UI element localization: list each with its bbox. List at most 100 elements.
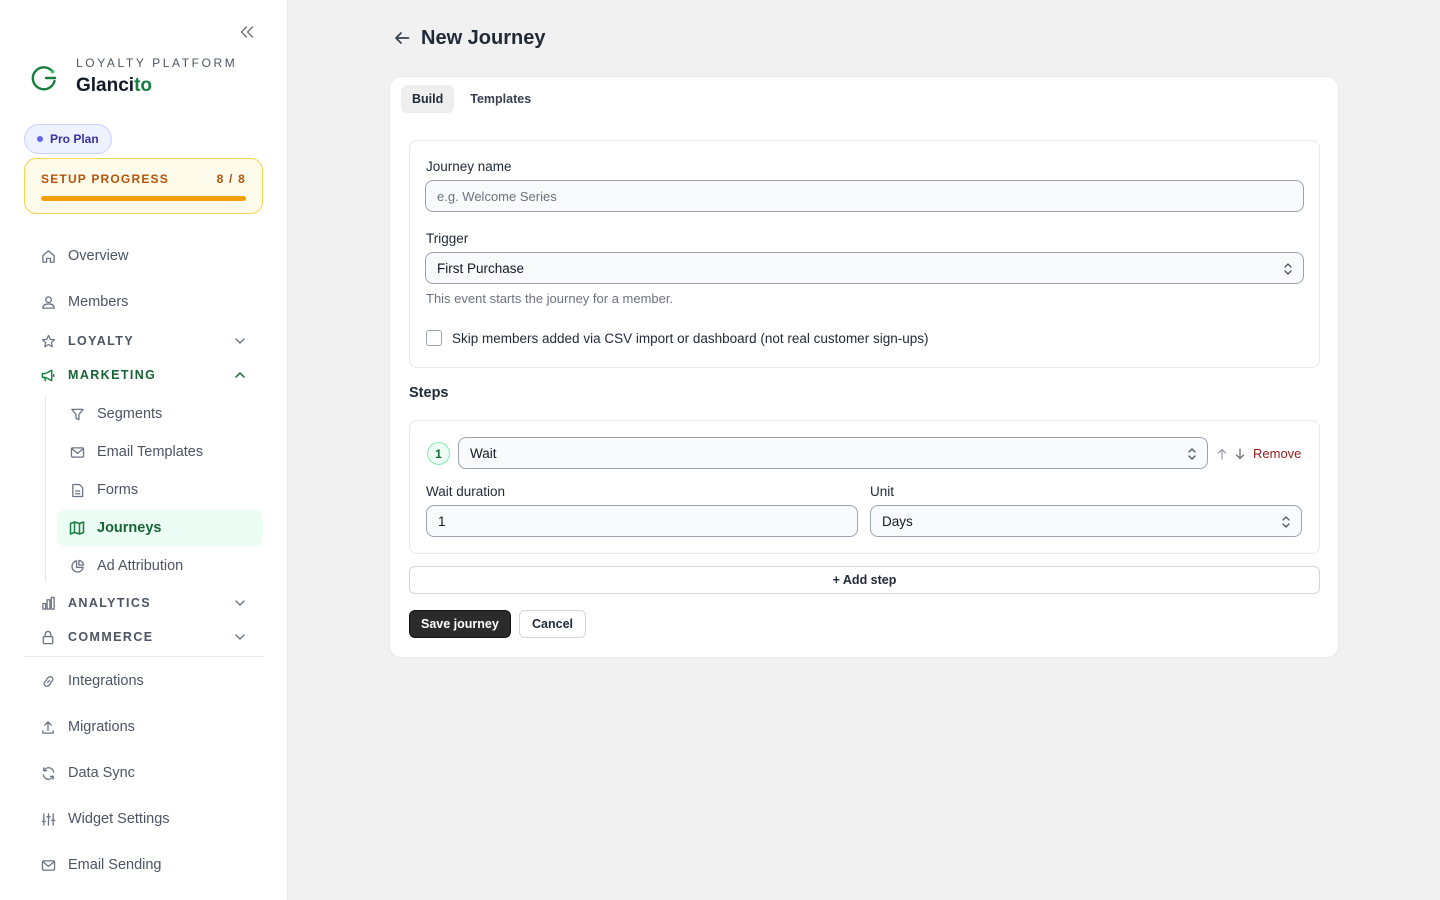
subnav-ad-attribution-label: Ad Attribution bbox=[97, 558, 184, 574]
step-card: 1 Wait Remove Wait duration Unit Days bbox=[409, 420, 1320, 554]
subnav-forms-label: Forms bbox=[97, 482, 139, 498]
subnav-guide-line bbox=[45, 396, 46, 582]
step-type-select[interactable]: Wait bbox=[458, 437, 1208, 469]
document-icon bbox=[69, 482, 85, 498]
nav-migrations[interactable]: Migrations bbox=[24, 709, 263, 745]
map-icon bbox=[69, 520, 85, 536]
subnav-email-templates[interactable]: Email Templates bbox=[57, 434, 263, 470]
subnav-ad-attribution[interactable]: Ad Attribution bbox=[57, 548, 263, 584]
nav-section-analytics[interactable]: ANALYTICS bbox=[24, 588, 263, 618]
subnav-journeys-label: Journeys bbox=[97, 520, 162, 536]
select-arrows-icon bbox=[1188, 448, 1196, 460]
subnav-forms[interactable]: Forms bbox=[57, 472, 263, 508]
nav-widget-settings[interactable]: Widget Settings bbox=[24, 801, 263, 837]
arrow-down-icon bbox=[1235, 448, 1245, 460]
mail-icon bbox=[69, 444, 85, 460]
nav-members-label: Members bbox=[68, 294, 129, 310]
nav-integrations[interactable]: Integrations bbox=[24, 663, 263, 699]
plan-badge[interactable]: Pro Plan bbox=[24, 124, 112, 154]
nav-members[interactable]: Members bbox=[24, 284, 263, 320]
trigger-select[interactable]: First Purchase bbox=[425, 252, 1304, 284]
setup-progress-count: 8 / 8 bbox=[216, 172, 246, 186]
journey-form-card: Build Templates Journey name Trigger Fir… bbox=[389, 76, 1339, 658]
nav-email-sending-label: Email Sending bbox=[68, 857, 162, 873]
nav-migrations-label: Migrations bbox=[68, 719, 135, 735]
setup-progress-fill bbox=[41, 196, 246, 201]
subnav-segments[interactable]: Segments bbox=[57, 396, 263, 432]
subnav-journeys[interactable]: Journeys bbox=[57, 510, 263, 546]
sliders-icon bbox=[40, 811, 56, 827]
nav-overview[interactable]: Overview bbox=[24, 238, 263, 274]
unit-select-value: Days bbox=[882, 513, 913, 529]
nav-widget-settings-label: Widget Settings bbox=[68, 811, 170, 827]
step-number: 1 bbox=[427, 442, 450, 465]
nav-section-loyalty-label: LOYALTY bbox=[68, 334, 135, 348]
select-arrows-icon bbox=[1284, 263, 1292, 275]
members-icon bbox=[40, 294, 56, 310]
setup-progress-card[interactable]: SETUP PROGRESS 8 / 8 bbox=[24, 158, 263, 214]
tab-templates[interactable]: Templates bbox=[459, 85, 542, 113]
link-icon bbox=[40, 673, 56, 689]
collapse-sidebar-button[interactable] bbox=[236, 22, 258, 42]
nav-section-loyalty[interactable]: LOYALTY bbox=[24, 326, 263, 356]
sidebar: LOYALTY PLATFORM Glancito Pro Plan SETUP… bbox=[0, 0, 288, 900]
subnav-email-templates-label: Email Templates bbox=[97, 444, 204, 460]
cancel-button[interactable]: Cancel bbox=[519, 610, 586, 638]
save-journey-button[interactable]: Save journey bbox=[409, 610, 511, 638]
trigger-label: Trigger bbox=[426, 231, 469, 246]
brand: LOYALTY PLATFORM Glancito bbox=[30, 56, 237, 97]
nav-section-commerce[interactable]: COMMERCE bbox=[24, 622, 263, 652]
setup-progress-bar bbox=[41, 196, 246, 201]
unit-select[interactable]: Days bbox=[870, 505, 1302, 537]
tab-build[interactable]: Build bbox=[401, 85, 455, 113]
refresh-icon bbox=[40, 765, 56, 781]
nav-section-commerce-label: COMMERCE bbox=[68, 630, 154, 644]
pie-chart-icon bbox=[69, 558, 85, 574]
nav-data-sync-label: Data Sync bbox=[68, 765, 135, 781]
nav-section-analytics-label: ANALYTICS bbox=[68, 596, 151, 610]
nav-overview-label: Overview bbox=[68, 248, 129, 264]
brand-name: Glancito bbox=[76, 75, 237, 97]
remove-step-button[interactable]: Remove bbox=[1253, 446, 1301, 461]
upload-icon bbox=[40, 719, 56, 735]
wait-duration-input[interactable] bbox=[426, 505, 858, 537]
lock-icon bbox=[40, 629, 56, 645]
page-title: New Journey bbox=[421, 26, 546, 49]
select-arrows-icon bbox=[1282, 516, 1290, 528]
journey-name-label: Journey name bbox=[426, 159, 512, 174]
arrow-left-icon bbox=[395, 32, 410, 44]
brand-subtitle: LOYALTY PLATFORM bbox=[76, 56, 238, 70]
move-step-down-button[interactable] bbox=[1234, 447, 1246, 461]
nav-data-sync[interactable]: Data Sync bbox=[24, 755, 263, 791]
add-step-button[interactable]: + Add step bbox=[409, 566, 1320, 594]
subnav-segments-label: Segments bbox=[97, 406, 163, 422]
chevron-down-icon bbox=[235, 600, 245, 606]
brand-name-accent: to bbox=[134, 75, 153, 96]
nav-email-sending[interactable]: Email Sending bbox=[24, 847, 263, 883]
back-button[interactable] bbox=[392, 28, 412, 48]
nav-section-marketing-label: MARKETING bbox=[68, 368, 157, 382]
chevrons-left-icon bbox=[240, 26, 254, 38]
journey-name-input[interactable] bbox=[425, 180, 1304, 212]
arrow-up-icon bbox=[1217, 448, 1227, 460]
unit-label: Unit bbox=[870, 484, 895, 499]
plan-dot-icon bbox=[37, 136, 43, 142]
move-step-up-button[interactable] bbox=[1216, 447, 1228, 461]
filter-icon bbox=[69, 406, 85, 422]
nav-section-marketing[interactable]: MARKETING bbox=[24, 360, 263, 390]
wait-duration-label: Wait duration bbox=[426, 484, 506, 499]
logo-icon bbox=[31, 66, 57, 91]
skip-import-checkbox[interactable] bbox=[426, 330, 442, 346]
setup-progress-label: SETUP PROGRESS bbox=[41, 172, 169, 186]
bar-chart-icon bbox=[40, 595, 56, 611]
steps-heading: Steps bbox=[409, 385, 449, 401]
step-type-value: Wait bbox=[470, 445, 497, 461]
skip-import-row: Skip members added via CSV import or das… bbox=[426, 330, 928, 346]
journey-settings-panel: Journey name Trigger First Purchase This… bbox=[409, 140, 1320, 368]
plan-badge-label: Pro Plan bbox=[50, 132, 99, 146]
nav-integrations-label: Integrations bbox=[68, 673, 144, 689]
chevron-down-icon bbox=[235, 634, 245, 640]
tabs: Build Templates bbox=[401, 85, 547, 113]
star-icon bbox=[40, 333, 56, 349]
page-header: New Journey bbox=[392, 24, 545, 52]
